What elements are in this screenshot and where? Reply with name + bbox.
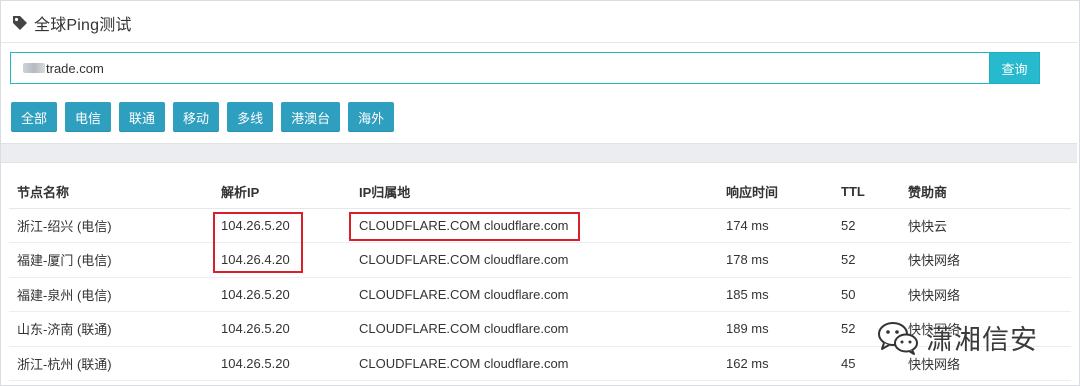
page-title: 全球Ping测试: [34, 17, 132, 34]
table-header-row: 节点名称 解析IP IP归属地 响应时间 TTL 赞助商: [9, 175, 1071, 209]
filter-mobile[interactable]: 移动: [173, 102, 220, 132]
ip-location: CLOUDFLARE.COM cloudflare.com: [351, 277, 718, 312]
resolved-ip: 104.26.5.20: [213, 277, 351, 312]
node-name: 福建-厦门 (电信): [9, 242, 213, 278]
table-row: 福建-泉州 (电信) 104.26.5.20 CLOUDFLARE.COM cl…: [9, 277, 1071, 312]
filter-unicom[interactable]: 联通: [119, 102, 166, 132]
ip-location: CLOUDFLARE.COM cloudflare.com: [351, 242, 718, 278]
watermark: 潇湘信安: [876, 318, 1038, 357]
panel-header: 全球Ping测试: [1, 1, 1077, 43]
response-time: 174 ms: [718, 208, 833, 243]
response-time: 178 ms: [718, 242, 833, 278]
col-response-time: 响应时间: [718, 175, 833, 209]
search-button[interactable]: 查询: [989, 52, 1040, 84]
response-time: 189 ms: [718, 311, 833, 347]
col-node-name: 节点名称: [9, 175, 213, 209]
node-name: 福建-泉州 (电信): [9, 277, 213, 312]
ip-location: CLOUDFLARE.COM cloudflare.com: [351, 311, 718, 347]
filter-bar: 全部 电信 联通 移动 多线 港澳台 海外: [11, 102, 395, 132]
col-sponsor: 赞助商: [900, 175, 1071, 209]
node-name: 山东-济南 (联通): [9, 311, 213, 347]
response-time: 162 ms: [718, 346, 833, 381]
filter-overseas[interactable]: 海外: [348, 102, 395, 132]
title-wrap: 全球Ping测试: [11, 11, 132, 35]
node-name: 浙江-杭州 (联通): [9, 346, 213, 381]
divider-band: [1, 143, 1077, 163]
tag-icon: [13, 16, 27, 30]
wechat-icon: [878, 321, 918, 355]
redacted-text: [23, 63, 45, 73]
watermark-text: 潇湘信安: [926, 325, 1038, 356]
col-ttl: TTL: [833, 175, 900, 209]
search-input[interactable]: trade.com: [10, 52, 989, 84]
ttl: 50: [833, 277, 900, 312]
filter-telecom[interactable]: 电信: [65, 102, 112, 132]
ttl: 52: [833, 242, 900, 278]
ip-location: CLOUDFLARE.COM cloudflare.com: [351, 346, 718, 381]
location-highlight-box: [349, 212, 580, 241]
response-time: 185 ms: [718, 277, 833, 312]
col-ip-location: IP归属地: [351, 175, 718, 209]
search-row: trade.com 查询: [10, 52, 1040, 84]
node-name: 浙江-绍兴 (电信): [9, 208, 213, 243]
ttl: 52: [833, 208, 900, 243]
filter-hk-macau-tw[interactable]: 港澳台: [281, 102, 341, 132]
sponsor-link[interactable]: 快快网络: [900, 242, 1071, 278]
filter-all[interactable]: 全部: [11, 102, 58, 132]
ip-highlight-box: [213, 212, 303, 273]
resolved-ip: 104.26.5.20: [213, 311, 351, 347]
sponsor-link[interactable]: 快快云: [900, 208, 1071, 243]
sponsor-link[interactable]: 快快网络: [900, 277, 1071, 312]
table-row: 福建-厦门 (电信) 104.26.4.20 CLOUDFLARE.COM cl…: [9, 242, 1071, 278]
resolved-ip: 104.26.5.20: [213, 346, 351, 381]
search-input-value: trade.com: [46, 60, 104, 76]
col-resolved-ip: 解析IP: [213, 175, 351, 209]
filter-multiline[interactable]: 多线: [227, 102, 274, 132]
